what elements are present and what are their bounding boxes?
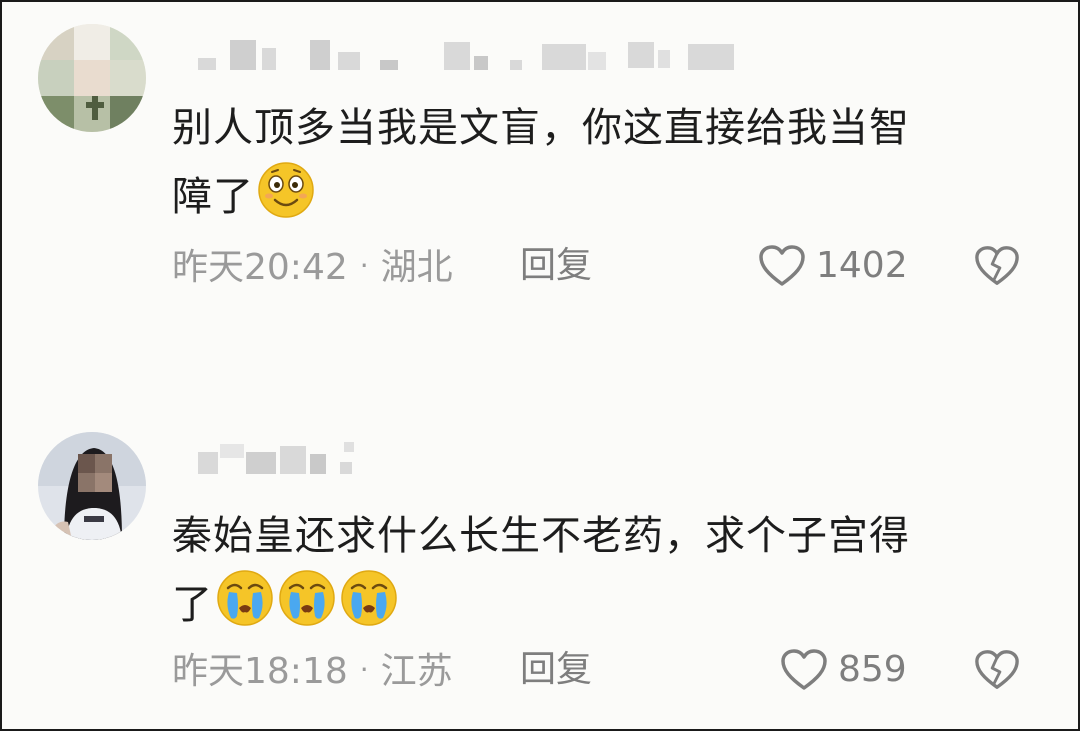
comment-text: 别人顶多当我是文盲，你这直接给我当智 障了 bbox=[172, 96, 1032, 229]
comment-item: 秦始皇还求什么长生不老药，求个子宫得 了 昨天18:18 · 江苏 回复 859 bbox=[2, 412, 1078, 729]
comment-text-line: 别人顶多当我是文盲，你这直接给我当智 bbox=[172, 105, 910, 151]
like-count: 859 bbox=[838, 649, 907, 690]
dislike-button[interactable] bbox=[974, 244, 1020, 288]
comment-text-line: 障了 bbox=[172, 160, 1032, 229]
crying-emoji-icon bbox=[215, 568, 275, 628]
comment-meta: 昨天18:18 · 江苏 回复 bbox=[172, 646, 592, 694]
heart-icon bbox=[759, 245, 805, 286]
smile-emoji-icon bbox=[256, 160, 316, 220]
comment-text-line: 秦始皇还求什么长生不老药，求个子宫得 bbox=[172, 513, 910, 559]
comment-list: 别人顶多当我是文盲，你这直接给我当智 障了 昨天20:42 · 湖北 回复 14… bbox=[0, 0, 1080, 731]
comment-location: 湖北 bbox=[380, 247, 453, 288]
broken-heart-icon bbox=[975, 246, 1019, 285]
crying-emoji-icon bbox=[339, 568, 399, 628]
comment-text-line: 了 bbox=[172, 568, 1032, 637]
broken-heart-icon bbox=[975, 650, 1019, 689]
comment-time: 昨天18:18 bbox=[172, 651, 348, 692]
username-blurred[interactable] bbox=[198, 440, 368, 474]
comment-time: 昨天20:42 bbox=[172, 247, 348, 288]
avatar[interactable] bbox=[38, 432, 146, 540]
like-count: 1402 bbox=[816, 245, 908, 286]
dislike-button[interactable] bbox=[974, 648, 1020, 692]
crying-emoji-icon bbox=[277, 568, 337, 628]
comment-text-tail: 障了 bbox=[172, 174, 254, 220]
comment-location: 江苏 bbox=[380, 651, 453, 692]
reply-button[interactable]: 回复 bbox=[520, 242, 592, 290]
username-blurred[interactable] bbox=[198, 36, 758, 70]
comment-meta: 昨天20:42 · 湖北 回复 bbox=[172, 242, 592, 290]
meta-separator: · bbox=[359, 653, 369, 686]
comment-item: 别人顶多当我是文盲，你这直接给我当智 障了 昨天20:42 · 湖北 回复 14… bbox=[2, 2, 1078, 322]
meta-separator: · bbox=[359, 249, 369, 282]
comment-text-tail: 了 bbox=[172, 582, 213, 628]
avatar[interactable] bbox=[38, 24, 146, 132]
reply-button[interactable]: 回复 bbox=[520, 646, 592, 694]
comment-text: 秦始皇还求什么长生不老药，求个子宫得 了 bbox=[172, 504, 1032, 637]
heart-icon bbox=[781, 649, 827, 690]
